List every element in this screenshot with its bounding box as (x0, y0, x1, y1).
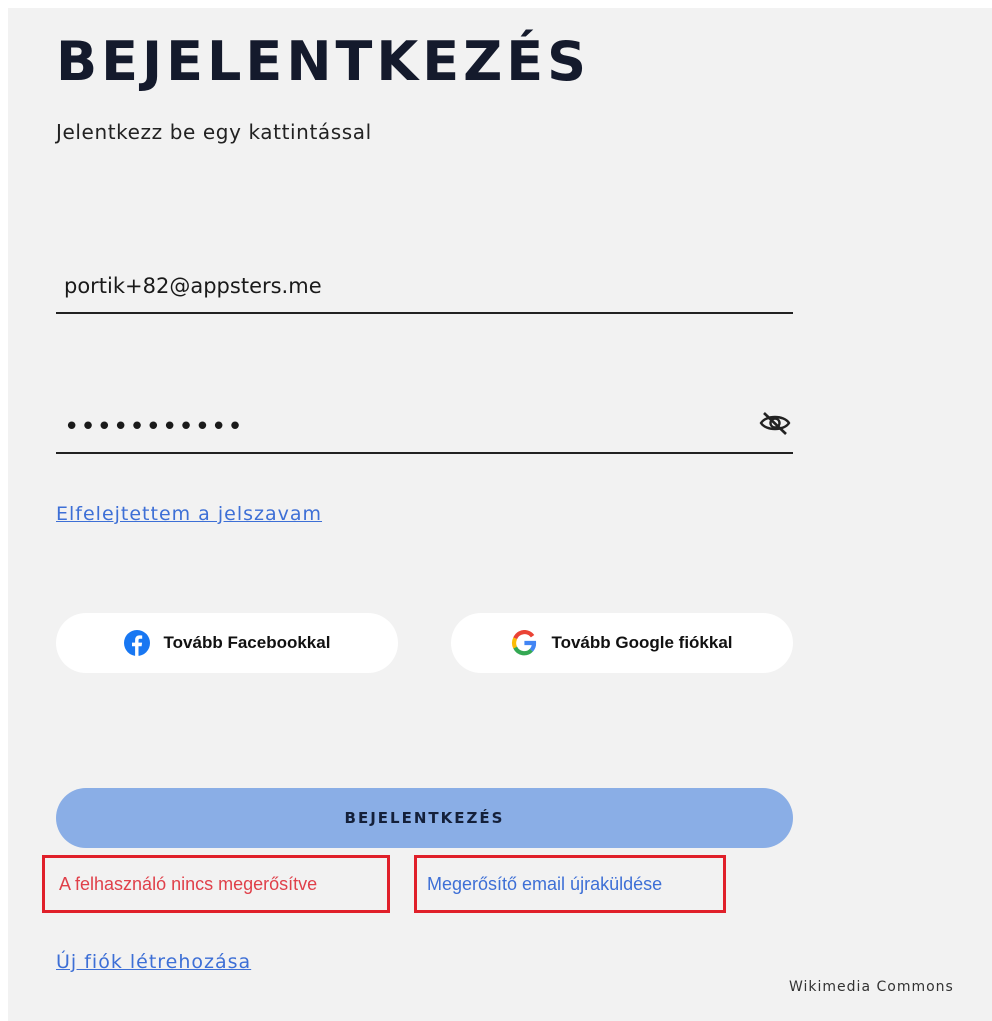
page-title: BEJELENTKEZÉS (56, 30, 591, 93)
facebook-button-label: Tovább Facebookkal (163, 633, 331, 652)
resend-email-box: Megerősítő email újraküldése (414, 855, 726, 913)
submit-login-button[interactable]: BEJELENTKEZÉS (56, 788, 793, 848)
facebook-login-button[interactable]: Tovább Facebookkal (56, 613, 398, 673)
password-field[interactable]: ••••••••••• (56, 392, 793, 454)
email-field[interactable]: portik+82@appsters.me (56, 252, 793, 314)
page-subtitle: Jelentkezz be egy kattintással (56, 120, 372, 144)
error-message-box: A felhasználó nincs megerősítve (42, 855, 390, 913)
google-button-label: Tovább Google fiókkal (551, 633, 733, 652)
password-value[interactable]: ••••••••••• (64, 412, 244, 442)
create-account-link[interactable]: Új fiók létrehozása (56, 951, 251, 973)
resend-email-link[interactable]: Megerősítő email újraküldése (417, 874, 662, 895)
email-value[interactable]: portik+82@appsters.me (64, 274, 322, 298)
submit-button-label: BEJELENTKEZÉS (344, 809, 505, 827)
forgot-password-link[interactable]: Elfelejtettem a jelszavam (56, 503, 322, 525)
watermark: Wikimedia Commons (789, 979, 954, 995)
google-icon (512, 630, 537, 656)
eye-slash-icon[interactable] (757, 410, 793, 436)
google-login-button[interactable]: Tovább Google fiókkal (451, 613, 793, 673)
error-message: A felhasználó nincs megerősítve (59, 873, 318, 894)
facebook-icon (123, 630, 150, 656)
